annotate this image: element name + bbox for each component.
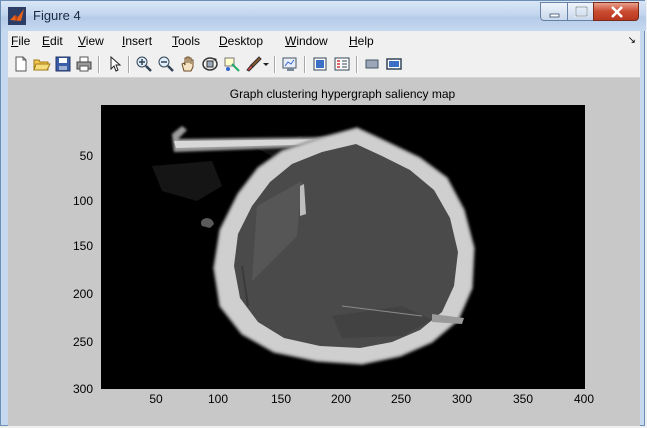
pan-icon[interactable] xyxy=(178,55,198,73)
figure-toolbar xyxy=(8,52,640,78)
y-tick-label: 200 xyxy=(72,287,93,301)
title-bar[interactable]: Figure 4 xyxy=(1,1,646,31)
menu-file[interactable]: File xyxy=(11,34,30,48)
menu-overflow-icon[interactable]: ↘ xyxy=(628,35,636,46)
rotate-3d-icon[interactable] xyxy=(200,55,220,73)
menu-desktop[interactable]: Desktop xyxy=(219,34,263,48)
close-button[interactable] xyxy=(593,2,639,21)
x-tick-label: 200 xyxy=(330,392,352,406)
zoom-out-icon[interactable] xyxy=(156,55,176,73)
link-plot-icon[interactable] xyxy=(280,55,300,73)
toolbar-separator xyxy=(128,56,130,73)
pointer-icon[interactable] xyxy=(104,55,124,73)
menu-insert[interactable]: Insert xyxy=(122,34,152,48)
y-tick-label: 50 xyxy=(79,149,93,163)
saliency-map-image xyxy=(102,106,584,388)
show-plot-tools-icon[interactable] xyxy=(384,55,404,73)
x-tick-label: 350 xyxy=(512,392,534,406)
figure-canvas: Graph clustering hypergraph saliency map xyxy=(8,78,640,426)
save-icon[interactable] xyxy=(53,55,73,73)
print-icon[interactable] xyxy=(74,55,94,73)
menu-tools[interactable]: Tools xyxy=(172,34,200,48)
minimize-icon xyxy=(549,13,560,18)
zoom-in-icon[interactable] xyxy=(134,55,154,73)
menu-view[interactable]: View xyxy=(78,34,104,48)
y-tick-label: 300 xyxy=(72,382,93,396)
plot-title: Graph clustering hypergraph saliency map xyxy=(229,87,456,101)
matlab-logo-icon xyxy=(8,7,26,25)
menu-edit[interactable]: Edit xyxy=(42,34,63,48)
dropdown-arrow-icon[interactable] xyxy=(262,55,270,73)
x-tick-label: 250 xyxy=(390,392,412,406)
colorbar-icon[interactable] xyxy=(310,55,330,73)
toolbar-separator xyxy=(356,56,358,73)
toolbar-separator xyxy=(98,56,100,73)
close-icon xyxy=(611,6,623,18)
open-file-icon[interactable] xyxy=(32,55,52,73)
x-tick-label: 50 xyxy=(149,392,163,406)
menu-bar: File Edit View Insert Tools Desktop Wind… xyxy=(8,31,640,52)
maximize-button[interactable] xyxy=(567,2,594,21)
x-tick-label: 400 xyxy=(573,392,595,406)
x-tick-label: 300 xyxy=(451,392,473,406)
window-title: Figure 4 xyxy=(33,8,81,23)
minimize-button[interactable] xyxy=(540,2,568,21)
menu-window[interactable]: Window xyxy=(285,34,328,48)
maximize-icon xyxy=(575,6,588,17)
y-tick-label: 250 xyxy=(72,335,93,349)
legend-icon[interactable] xyxy=(332,55,352,73)
hide-plot-tools-icon[interactable] xyxy=(362,55,382,73)
data-cursor-icon[interactable] xyxy=(222,55,242,73)
x-tick-label: 150 xyxy=(270,392,292,406)
toolbar-separator xyxy=(274,56,276,73)
y-tick-label: 150 xyxy=(72,239,93,253)
plot-axes[interactable] xyxy=(101,105,585,389)
y-tick-label: 100 xyxy=(72,194,93,208)
x-tick-label: 100 xyxy=(207,392,229,406)
menu-help[interactable]: Help xyxy=(349,34,374,48)
figure-window: Figure 4 File Edit View Insert Tools Des… xyxy=(0,0,646,426)
brush-icon[interactable] xyxy=(244,55,264,73)
toolbar-separator xyxy=(304,56,306,73)
new-figure-icon[interactable] xyxy=(11,55,31,73)
